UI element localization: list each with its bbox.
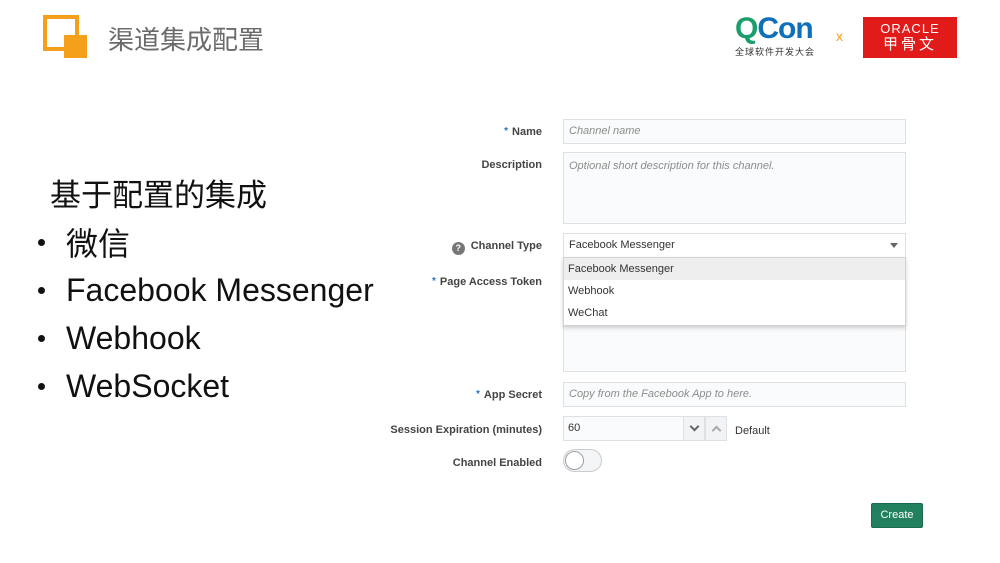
- session-expiration-input[interactable]: 60: [563, 416, 684, 441]
- channel-enabled-toggle[interactable]: [563, 449, 602, 472]
- app-secret-input[interactable]: Copy from the Facebook App to here.: [563, 382, 906, 407]
- channel-type-option[interactable]: Webhook: [564, 280, 905, 302]
- required-mark: *: [431, 276, 436, 287]
- oracle-logo-word: ORACLE: [880, 21, 940, 36]
- bullet-text: 微信: [66, 226, 131, 262]
- channel-type-dropdown: Facebook Messenger Webhook WeChat: [563, 257, 906, 326]
- logo-separator: x: [836, 28, 843, 44]
- oracle-logo: ORACLE 甲骨文: [863, 17, 957, 58]
- name-label: * Name: [504, 126, 542, 138]
- slide-logo-fill: [64, 35, 87, 58]
- bullet-item: Facebook Messenger: [38, 266, 374, 314]
- bullet-text: WebSocket: [66, 367, 230, 404]
- create-button[interactable]: Create: [871, 503, 923, 528]
- chevron-down-icon: [689, 421, 700, 432]
- bullet-dot-icon: [38, 238, 45, 246]
- bullet-item: WebSocket: [38, 362, 374, 410]
- description-placeholder: Optional short description for this chan…: [569, 160, 775, 172]
- help-icon[interactable]: ?: [451, 242, 465, 255]
- bullet-text: Facebook Messenger: [66, 271, 374, 308]
- channel-type-label: ? Channel Type: [451, 240, 542, 255]
- channel-type-select[interactable]: Facebook Messenger: [563, 233, 906, 258]
- app-secret-placeholder: Copy from the Facebook App to here.: [569, 388, 753, 400]
- channel-enabled-label: Channel Enabled: [452, 457, 542, 469]
- required-mark: *: [476, 389, 480, 400]
- channel-type-value: Facebook Messenger: [569, 239, 675, 251]
- name-input[interactable]: Channel name: [563, 119, 906, 144]
- bullet-list: 微信 Facebook Messenger Webhook WebSocket: [38, 218, 374, 410]
- name-input-placeholder: Channel name: [569, 125, 641, 137]
- page-access-token-label: * Page Access Token: [431, 276, 542, 288]
- slide-title: 渠道集成配置: [108, 26, 265, 56]
- bullet-dot-icon: [38, 334, 45, 342]
- bullet-item: 微信: [38, 218, 374, 266]
- qcon-tagline: 全球软件开发大会: [735, 48, 816, 58]
- channel-type-option[interactable]: WeChat: [564, 302, 905, 324]
- qcon-logo-con: Con: [757, 12, 813, 45]
- qcon-logo: QCon 全球软件开发大会: [735, 12, 823, 59]
- qcon-logo-q: Q: [735, 12, 758, 45]
- caret-down-icon[interactable]: [890, 243, 898, 248]
- bullet-dot-icon: [38, 286, 45, 294]
- toggle-knob: [565, 451, 584, 470]
- default-hint: Default: [735, 425, 770, 437]
- stepper-decrement-button[interactable]: [683, 416, 705, 441]
- bullet-dot-icon: [38, 382, 45, 390]
- channel-type-option[interactable]: Facebook Messenger: [564, 258, 905, 280]
- required-mark: *: [504, 126, 509, 137]
- description-textarea[interactable]: Optional short description for this chan…: [563, 152, 906, 224]
- oracle-logo-cn: 甲骨文: [882, 36, 937, 53]
- stepper-increment-button[interactable]: [705, 416, 727, 441]
- chevron-up-icon: [711, 425, 722, 436]
- description-label: Description: [481, 159, 542, 171]
- bullet-text: Webhook: [66, 319, 201, 356]
- session-expiration-label: Session Expiration (minutes): [390, 424, 542, 436]
- bullet-item: Webhook: [38, 314, 374, 362]
- slide-subtitle: 基于配置的集成: [50, 178, 267, 214]
- app-secret-label: * App Secret: [476, 389, 542, 401]
